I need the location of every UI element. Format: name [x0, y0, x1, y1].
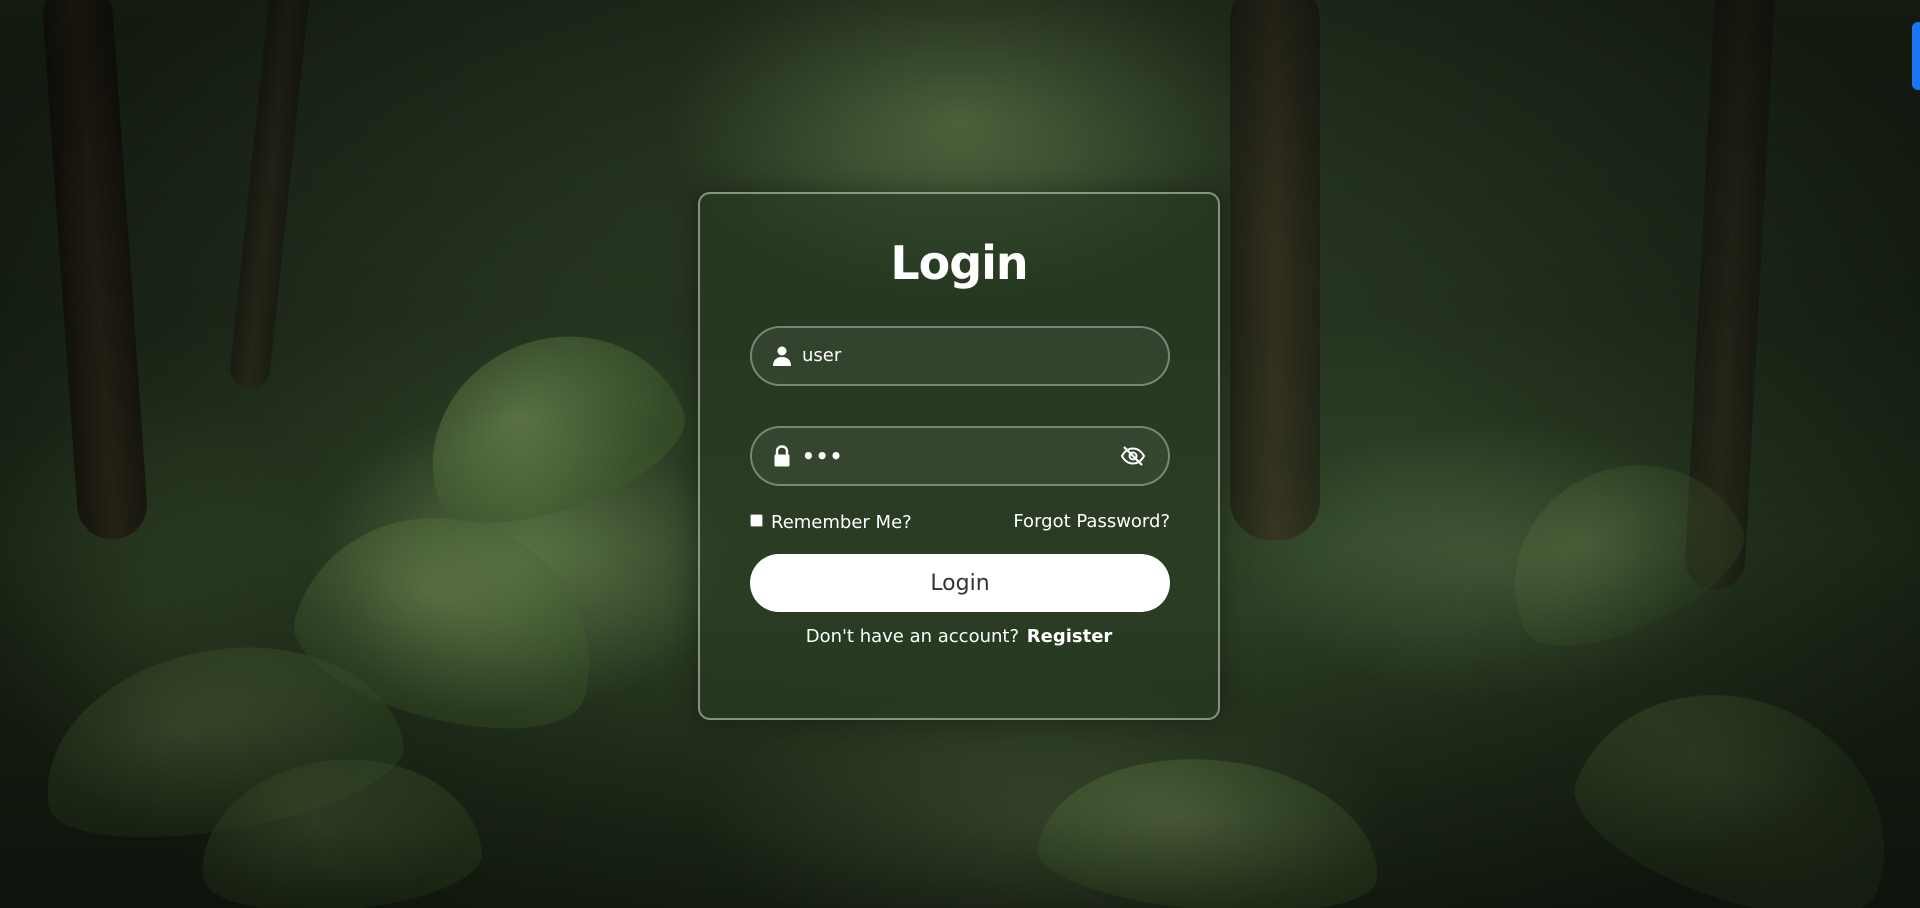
register-prompt-text: Don't have an account? [805, 626, 1020, 647]
register-prompt: Don't have an account? Register [700, 626, 1218, 647]
login-card: Login user ••• Remember Me? Forgot Passw… [698, 192, 1220, 720]
password-value: ••• [802, 444, 844, 468]
register-link[interactable]: Register [1027, 626, 1113, 647]
eye-off-icon[interactable] [1120, 444, 1146, 468]
password-field[interactable]: ••• [750, 426, 1170, 486]
remember-me-label: Remember Me? [771, 511, 912, 533]
user-icon [770, 344, 794, 368]
lock-icon [770, 444, 794, 468]
side-feedback-tab[interactable] [1912, 22, 1920, 90]
login-button[interactable]: Login [750, 554, 1170, 612]
username-field[interactable]: user [750, 326, 1170, 386]
username-value: user [802, 345, 842, 366]
remember-me-checkbox[interactable] [750, 513, 763, 527]
remember-me[interactable]: Remember Me? [750, 507, 912, 537]
login-options-row: Remember Me? Forgot Password? [750, 507, 1170, 537]
forgot-password-link[interactable]: Forgot Password? [1013, 507, 1170, 537]
login-title: Login [890, 236, 1028, 290]
